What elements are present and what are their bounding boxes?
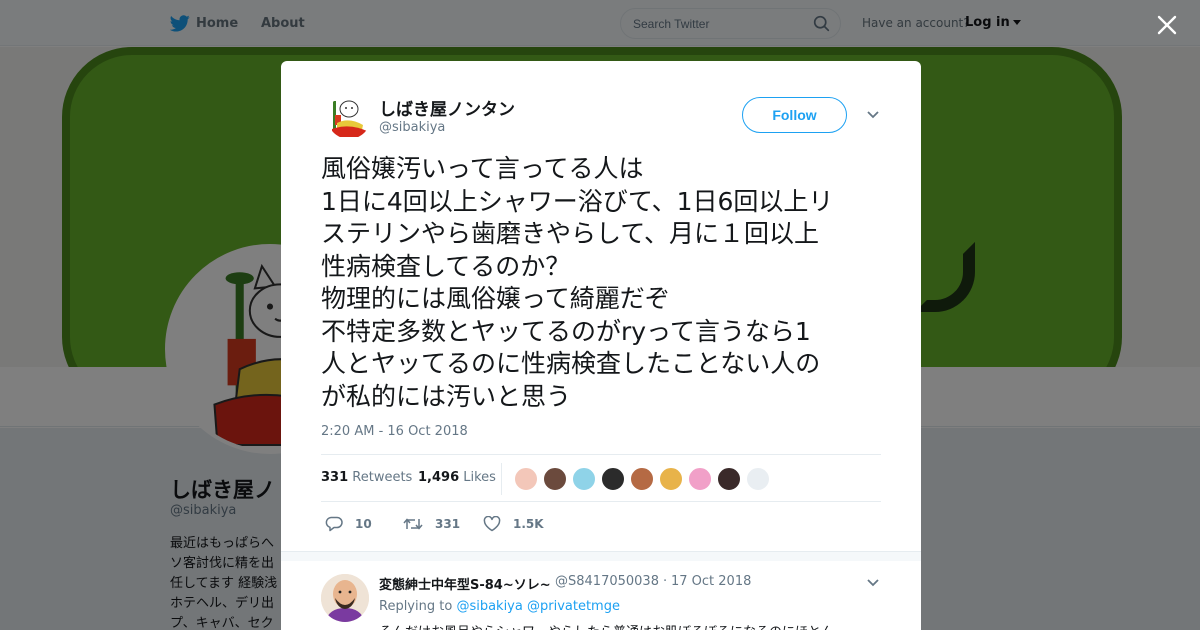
reply-author-handle[interactable]: @S8417050038	[555, 574, 659, 589]
tweet-text-line: 人とヤッてるのに性病検査したことない人の	[321, 349, 821, 378]
chevron-down-icon[interactable]	[866, 577, 880, 589]
author-handle[interactable]: @sibakiya	[379, 120, 445, 135]
retweets-label: Retweets	[352, 470, 413, 485]
like-count: 1.5K	[513, 517, 544, 531]
reply-separator	[281, 551, 921, 561]
follow-button[interactable]: Follow	[742, 97, 847, 133]
author-avatar[interactable]	[327, 95, 371, 139]
likes-count: 1,496	[418, 470, 460, 485]
reply-icon	[325, 516, 343, 532]
tweet-text-line: が私的には汚いと思う	[321, 381, 572, 411]
tweet-text-line: 物理的には風俗嬢って綺麗だぞ	[321, 284, 670, 313]
heart-icon	[483, 516, 501, 532]
liker-avatar[interactable]	[746, 467, 770, 491]
bald-man-image	[321, 574, 369, 622]
likes-label: Likes	[463, 470, 496, 485]
like-button[interactable]: 1.5K	[483, 513, 544, 535]
liker-avatar[interactable]	[601, 467, 625, 491]
reply-separator-dot: ·	[663, 574, 668, 589]
reply-author-avatar[interactable]	[321, 574, 369, 622]
mention-link[interactable]: @privatetmge	[527, 599, 620, 614]
tweet-actions: 10 331 1.5K	[321, 513, 881, 535]
tweet-text-line: 1日に4回以上シャワー浴びて、1日6回以上リ	[321, 186, 834, 216]
tweet-text-line: ステリンやら歯磨きやらして、月に１回以上	[321, 219, 820, 248]
tweet-timestamp[interactable]: 2:20 AM - 16 Oct 2018	[321, 424, 468, 439]
cat-mascot-image	[332, 100, 367, 137]
replying-to: Replying to @sibakiya @privatetmge	[379, 599, 620, 614]
liker-avatar[interactable]	[514, 467, 538, 491]
retweet-count: 331	[435, 517, 461, 531]
likes-stat[interactable]: 1,496 Likes	[418, 470, 496, 485]
reply-button[interactable]: 10	[325, 513, 372, 535]
tweet-text-line: 性病検査してるのか？	[321, 251, 571, 281]
tweet-stats: 331 Retweets 1,496 Likes	[321, 454, 881, 502]
liker-avatar[interactable]	[543, 467, 567, 491]
reply-count: 10	[355, 517, 372, 531]
reply-author-name[interactable]: 変態紳士中年型S-84~ソレ~	[379, 574, 551, 593]
reply-text: そんだけお風呂やらシャワーやらしたら普通はお肌ぼろぼろになるのにほとん	[379, 621, 879, 630]
tweet-text: 風俗嬢汚いって言ってる人は 1日に4回以上シャワー浴びて、1日6回以上リ ステリ…	[321, 153, 891, 413]
replying-label: Replying to	[379, 599, 453, 614]
tweet-modal: しばき屋ノンタン @sibakiya Follow 風俗嬢汚いって言ってる人は …	[281, 61, 921, 630]
retweets-count: 331	[321, 470, 349, 485]
retweet-icon	[403, 518, 423, 530]
close-button[interactable]	[1152, 10, 1182, 40]
liker-avatar[interactable]	[572, 467, 596, 491]
retweets-stat[interactable]: 331 Retweets	[321, 470, 412, 485]
liker-avatar[interactable]	[630, 467, 654, 491]
reply-tweet[interactable]: 変態紳士中年型S-84~ソレ~ @S8417050038 · 17 Oct 20…	[281, 561, 921, 630]
chevron-down-icon[interactable]	[866, 109, 880, 121]
liker-avatar[interactable]	[717, 467, 741, 491]
reply-date[interactable]: 17 Oct 2018	[671, 574, 751, 589]
tweet-text-line: 風俗嬢汚いって言ってる人は	[321, 154, 644, 183]
author-name[interactable]: しばき屋ノンタン	[379, 95, 515, 120]
stats-divider	[501, 463, 502, 495]
retweet-button[interactable]: 331	[403, 513, 460, 535]
tweet-text-line: 不特定多数とヤッてるのがryって言うなら1	[321, 316, 811, 346]
close-icon	[1157, 15, 1177, 35]
liker-avatar[interactable]	[659, 467, 683, 491]
liker-avatar[interactable]	[688, 467, 712, 491]
mention-link[interactable]: @sibakiya	[456, 599, 522, 614]
